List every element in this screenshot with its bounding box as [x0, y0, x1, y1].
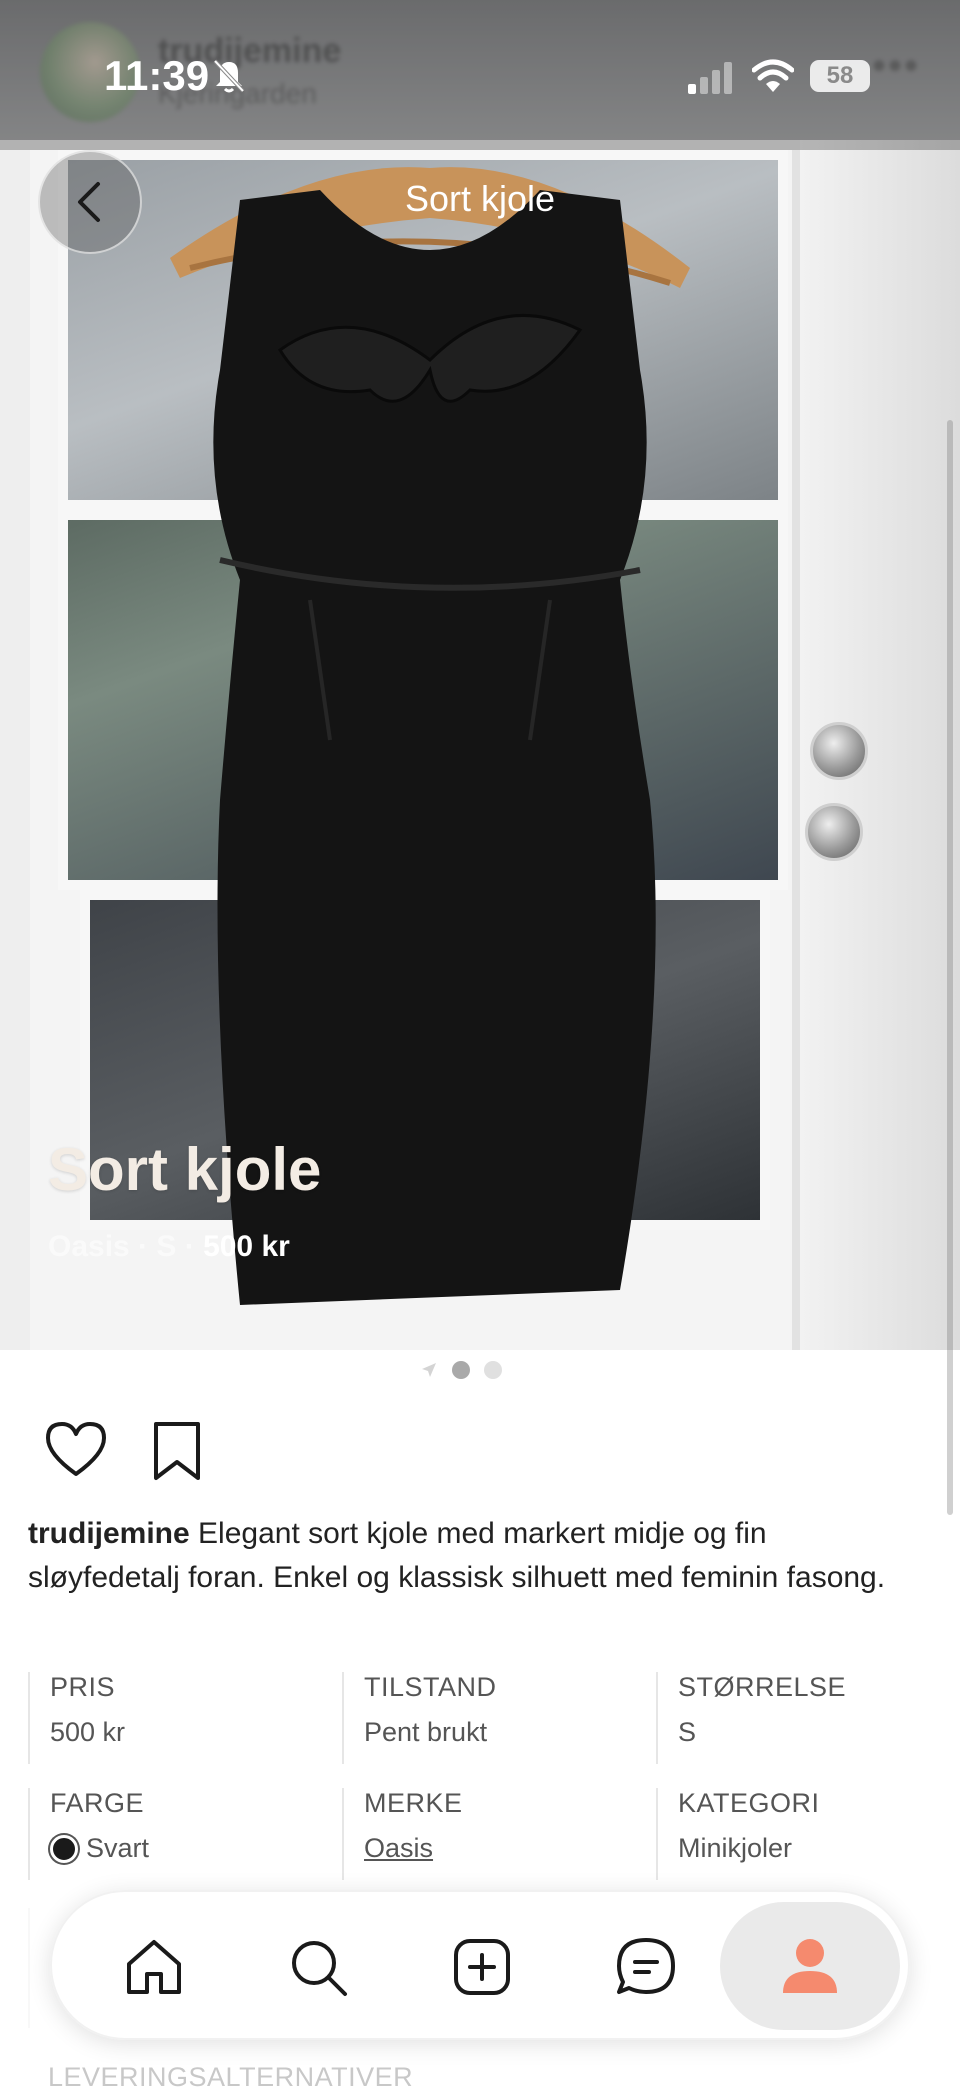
home-icon [127, 1940, 181, 1994]
chevron-left-icon [78, 182, 100, 222]
more-icon: ••• [871, 44, 920, 88]
brand-link[interactable]: Oasis [364, 1833, 642, 1864]
detail-value: Svart [50, 1833, 328, 1864]
post-username[interactable]: trudijemine [28, 1517, 190, 1550]
location-arrow-icon [422, 1363, 436, 1377]
product-title-overlay: Sort kjole [48, 1136, 322, 1203]
detail-value: Minikjoler [678, 1833, 793, 1863]
tab-search[interactable] [268, 1917, 368, 2017]
detail-size: STØRRELSE S [656, 1672, 956, 1764]
detail-category: KATEGORI Minikjoler [656, 1788, 956, 1880]
delivery-options-heading: LEVERINGSALTERNATIVER [48, 2062, 414, 2087]
page-title: Sort kjole [404, 178, 556, 219]
tab-profile[interactable] [720, 1902, 900, 2030]
color-name: Svart [86, 1833, 150, 1863]
product-price-overlay: 500 kr [203, 1230, 290, 1263]
detail-label: KATEGORI [678, 1788, 820, 1818]
detail-value: 500 kr [50, 1717, 126, 1747]
detail-value: Pent brukt [364, 1717, 488, 1747]
detail-brand: MERKE Oasis [342, 1788, 642, 1880]
product-subtitle-overlay: Oasis · S · 500 kr [48, 1230, 290, 1264]
photo-door-knob [805, 803, 863, 861]
bell-muted-icon [213, 59, 245, 93]
post-actions [44, 1420, 344, 1490]
add-icon [454, 1939, 510, 1995]
detail-label: TILSTAND [364, 1672, 497, 1702]
color-swatch [50, 1835, 78, 1863]
battery-indicator: 58 [810, 60, 870, 92]
photo-door-knob [810, 722, 868, 780]
carousel-dot[interactable] [484, 1361, 502, 1379]
detail-price: PRIS 500 kr [28, 1672, 328, 1764]
tab-home[interactable] [104, 1917, 204, 2017]
scrollbar[interactable] [947, 420, 953, 1515]
carousel-indicator[interactable] [420, 1360, 540, 1380]
carousel-dot[interactable] [452, 1361, 470, 1379]
wifi-icon [752, 59, 794, 92]
profile-icon [783, 1939, 837, 1993]
detail-condition: TILSTAND Pent brukt [342, 1672, 642, 1764]
heart-icon[interactable] [44, 1420, 108, 1480]
detail-color: FARGE Svart [28, 1788, 328, 1880]
search-icon [292, 1941, 347, 1996]
tab-add[interactable] [432, 1917, 532, 2017]
detail-label: PRIS [50, 1672, 116, 1702]
detail-label: STØRRELSE [678, 1672, 847, 1702]
status-time: 11:39 [104, 52, 210, 99]
detail-label: FARGE [50, 1788, 145, 1818]
detail-label: MERKE [364, 1788, 463, 1818]
back-button[interactable] [38, 150, 142, 254]
bookmark-icon[interactable] [150, 1420, 204, 1482]
cellular-signal-icon [688, 62, 732, 94]
product-meta: Oasis · S · [48, 1230, 204, 1263]
post-description: trudijemine Elegant sort kjole med marke… [28, 1512, 908, 1600]
messages-icon [617, 1938, 675, 1994]
detail-value: S [678, 1717, 697, 1747]
tab-messages[interactable] [596, 1917, 696, 2017]
bottom-tab-bar [50, 1890, 910, 2040]
